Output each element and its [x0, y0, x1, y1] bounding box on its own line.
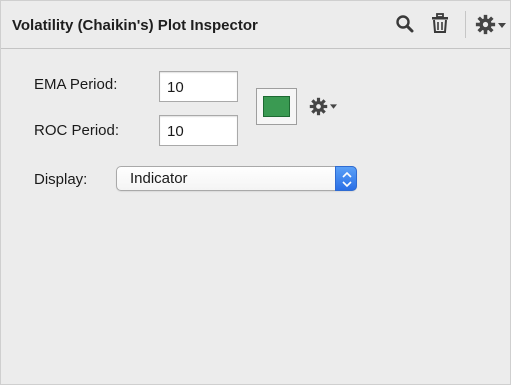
inspector-title: Volatility (Chaikin's) Plot Inspector — [12, 17, 258, 34]
gear-icon[interactable] — [475, 14, 496, 35]
chevron-down-icon[interactable] — [330, 104, 337, 109]
display-select-value: Indicator — [130, 170, 188, 187]
header-divider — [465, 11, 466, 38]
chevron-down-icon[interactable] — [498, 23, 506, 28]
updown-chevron-icon — [342, 171, 352, 188]
display-select[interactable]: Indicator — [116, 166, 357, 191]
roc-period-field[interactable]: 10 — [159, 115, 238, 146]
search-icon[interactable] — [395, 14, 415, 34]
gear-icon[interactable] — [309, 97, 328, 116]
display-label: Display: — [34, 171, 88, 188]
color-swatch-fill — [263, 96, 290, 117]
roc-period-label: ROC Period: — [34, 122, 120, 139]
ema-period-field[interactable]: 10 — [159, 71, 238, 102]
ema-period-label: EMA Period: — [34, 76, 118, 93]
color-swatch[interactable] — [256, 88, 297, 125]
trash-icon[interactable] — [431, 13, 449, 34]
plot-inspector-panel: Volatility (Chaikin's) Plot Inspector EM… — [0, 0, 511, 385]
select-stepper[interactable] — [335, 166, 357, 191]
inspector-header: Volatility (Chaikin's) Plot Inspector — [1, 1, 510, 49]
